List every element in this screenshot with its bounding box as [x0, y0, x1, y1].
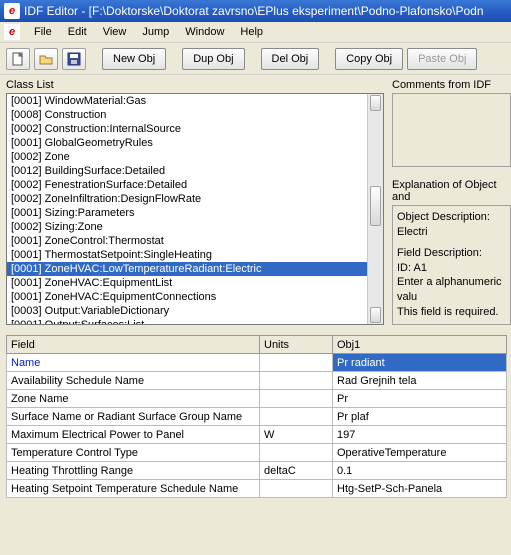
grid-cell-value[interactable]: Pr plaf: [333, 408, 507, 426]
menu-bar: e File Edit View Jump Window Help: [0, 22, 511, 43]
grid-header-row: Field Units Obj1: [7, 336, 507, 354]
header-units[interactable]: Units: [260, 336, 333, 354]
del-obj-button[interactable]: Del Obj: [261, 48, 320, 70]
open-file-icon[interactable]: [34, 48, 58, 70]
comments-box[interactable]: [392, 93, 511, 167]
scrollbar-thumb[interactable]: [370, 186, 381, 226]
grid-cell-units[interactable]: [260, 480, 333, 498]
class-list-item[interactable]: [0001] WindowMaterial:Gas: [7, 94, 383, 108]
grid-cell-units[interactable]: [260, 354, 333, 372]
class-list-item[interactable]: [0002] ZoneInfiltration:DesignFlowRate: [7, 192, 383, 206]
class-list-item[interactable]: [0002] FenestrationSurface:Detailed: [7, 178, 383, 192]
grid-cell-value[interactable]: 0.1: [333, 462, 507, 480]
grid-row: Heating Setpoint Temperature Schedule Na…: [7, 480, 507, 498]
comments-label: Comments from IDF: [392, 77, 511, 93]
grid-row: Availability Schedule Name Rad Grejnih te…: [7, 372, 507, 390]
class-list-item[interactable]: [0003] Output:VariableDictionary: [7, 304, 383, 318]
grid-row: Maximum Electrical Power to PanelW197: [7, 426, 507, 444]
field-grid-wrap: Field Units Obj1 NamePr radiantAvailabil…: [0, 331, 511, 498]
new-file-icon[interactable]: [6, 48, 30, 70]
grid-cell-value[interactable]: 197: [333, 426, 507, 444]
grid-cell-field[interactable]: Name: [7, 354, 260, 372]
field-hint-2: This field is required.: [397, 305, 506, 320]
grid-cell-units[interactable]: W: [260, 426, 333, 444]
copy-obj-button[interactable]: Copy Obj: [335, 48, 403, 70]
grid-cell-field[interactable]: Heating Setpoint Temperature Schedule Na…: [7, 480, 260, 498]
grid-cell-value[interactable]: Pr: [333, 390, 507, 408]
grid-cell-value[interactable]: Rad Grejnih tela: [333, 372, 507, 390]
field-id: ID: A1: [397, 261, 506, 276]
window-title: IDF Editor - [F:\Doktorske\Doktorat zavr…: [24, 4, 484, 18]
class-list[interactable]: [0001] WindowMaterial:Gas[0008] Construc…: [6, 93, 384, 325]
class-list-item[interactable]: [0001] ZoneControl:Thermostat: [7, 234, 383, 248]
grid-cell-value[interactable]: Pr radiant: [333, 354, 507, 372]
scrollbar[interactable]: [367, 94, 383, 324]
main-content: Class List [0001] WindowMaterial:Gas[000…: [0, 75, 511, 325]
menu-help[interactable]: Help: [232, 24, 271, 40]
explanation-box: Object Description: Electri Field Descri…: [392, 205, 511, 325]
class-list-item[interactable]: [0001] ZoneHVAC:EquipmentList: [7, 276, 383, 290]
app-icon: e: [4, 3, 20, 19]
toolbar: New Obj Dup Obj Del Obj Copy Obj Paste O…: [0, 43, 511, 75]
class-list-item[interactable]: [0001] GlobalGeometryRules: [7, 136, 383, 150]
paste-obj-button: Paste Obj: [407, 48, 477, 70]
header-field[interactable]: Field: [7, 336, 260, 354]
class-list-pane: Class List [0001] WindowMaterial:Gas[000…: [0, 75, 388, 325]
grid-cell-units[interactable]: [260, 444, 333, 462]
grid-cell-units[interactable]: [260, 390, 333, 408]
title-bar: e IDF Editor - [F:\Doktorske\Doktorat za…: [0, 0, 511, 22]
menu-view[interactable]: View: [95, 24, 135, 40]
object-description: Object Description: Electri: [397, 210, 506, 240]
class-list-item[interactable]: [0012] BuildingSurface:Detailed: [7, 164, 383, 178]
grid-cell-field[interactable]: Temperature Control Type: [7, 444, 260, 462]
dup-obj-button[interactable]: Dup Obj: [182, 48, 244, 70]
menu-window[interactable]: Window: [177, 24, 232, 40]
save-file-icon[interactable]: [62, 48, 86, 70]
field-hint-1: Enter a alphanumeric valu: [397, 275, 506, 305]
grid-cell-field[interactable]: Surface Name or Radiant Surface Group Na…: [7, 408, 260, 426]
right-pane: Comments from IDF Explanation of Object …: [388, 75, 511, 325]
grid-row: Heating Throttling RangedeltaC0.1: [7, 462, 507, 480]
grid-cell-value[interactable]: OperativeTemperature: [333, 444, 507, 462]
menu-edit[interactable]: Edit: [60, 24, 95, 40]
class-list-item[interactable]: [0002] Zone: [7, 150, 383, 164]
grid-row: Temperature Control Type OperativeTempera…: [7, 444, 507, 462]
app-icon-small: e: [4, 24, 20, 40]
grid-cell-field[interactable]: Maximum Electrical Power to Panel: [7, 426, 260, 444]
class-list-item[interactable]: [0001] ZoneHVAC:LowTemperatureRadiant:El…: [7, 262, 383, 276]
grid-cell-value[interactable]: Htg-SetP-Sch-Panela: [333, 480, 507, 498]
new-obj-button[interactable]: New Obj: [102, 48, 166, 70]
grid-row: Zone Name Pr: [7, 390, 507, 408]
grid-cell-units[interactable]: [260, 372, 333, 390]
menu-file[interactable]: File: [26, 24, 60, 40]
class-list-item[interactable]: [0001] ZoneHVAC:EquipmentConnections: [7, 290, 383, 304]
menu-jump[interactable]: Jump: [134, 24, 177, 40]
grid-row: Surface Name or Radiant Surface Group Na…: [7, 408, 507, 426]
grid-cell-field[interactable]: Availability Schedule Name: [7, 372, 260, 390]
explanation-label: Explanation of Object and: [392, 177, 511, 205]
class-list-item[interactable]: [0001] Sizing:Parameters: [7, 206, 383, 220]
field-grid[interactable]: Field Units Obj1 NamePr radiantAvailabil…: [6, 335, 507, 498]
class-list-item[interactable]: [0001] Output:Surfaces:List: [7, 318, 383, 325]
class-list-item[interactable]: [0002] Construction:InternalSource: [7, 122, 383, 136]
grid-cell-field[interactable]: Heating Throttling Range: [7, 462, 260, 480]
grid-cell-units[interactable]: deltaC: [260, 462, 333, 480]
class-list-item[interactable]: [0002] Sizing:Zone: [7, 220, 383, 234]
class-list-item[interactable]: [0008] Construction: [7, 108, 383, 122]
field-description-label: Field Description:: [397, 246, 506, 261]
class-list-item[interactable]: [0001] ThermostatSetpoint:SingleHeating: [7, 248, 383, 262]
grid-cell-units[interactable]: [260, 408, 333, 426]
class-list-label: Class List: [6, 77, 384, 93]
header-obj1[interactable]: Obj1: [333, 336, 507, 354]
grid-cell-field[interactable]: Zone Name: [7, 390, 260, 408]
grid-row: Name Pr radiant: [7, 354, 507, 372]
